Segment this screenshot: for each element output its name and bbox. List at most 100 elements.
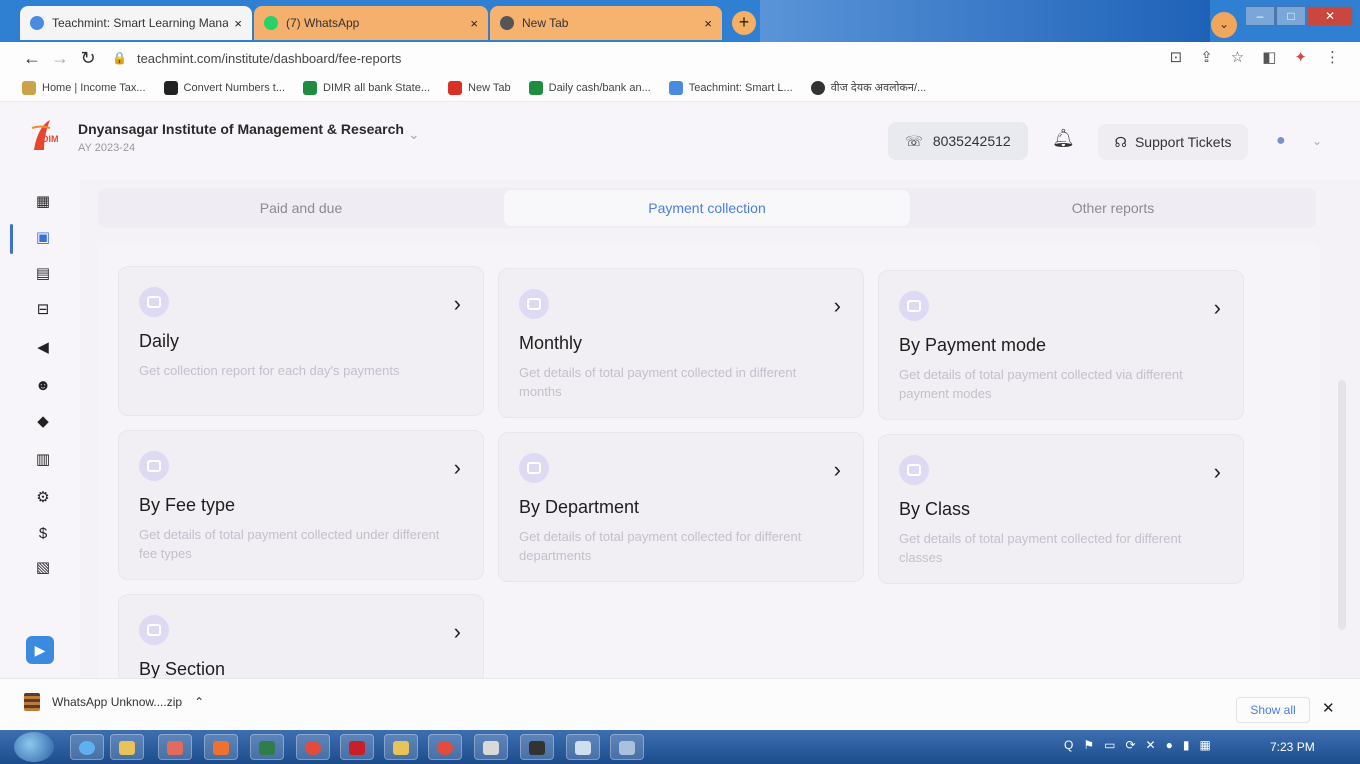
institute-name[interactable]: Dnyansagar Institute of Management & Res…: [78, 121, 404, 137]
battery-icon[interactable]: ▮: [1183, 738, 1190, 752]
download-filename: WhatsApp Unknow....zip: [52, 695, 183, 709]
tab-close-icon[interactable]: ×: [234, 16, 242, 31]
chrome-favicon-icon: [500, 16, 514, 30]
user-avatar-icon[interactable]: ●: [1276, 132, 1286, 150]
building-icon[interactable]: ▥: [32, 448, 54, 470]
zip-archive-icon: [24, 693, 40, 711]
institute-chevron-down-icon[interactable]: ⌄: [408, 126, 420, 143]
tab-payment-collection[interactable]: Payment collection: [504, 190, 910, 226]
close-icon[interactable]: ✕: [1322, 699, 1335, 717]
minimize-icon[interactable]: –: [1245, 6, 1275, 26]
bookmark-item[interactable]: Home | Income Tax...: [22, 80, 146, 95]
ie-icon[interactable]: [70, 734, 104, 760]
chrome-menu-icon[interactable]: ⋮: [1325, 48, 1340, 66]
tool-icon[interactable]: [610, 734, 644, 760]
report-card-section[interactable]: › By Section: [118, 594, 484, 684]
extension-icon[interactable]: ✦: [1294, 48, 1307, 66]
bookmark-label: DIMR all bank State...: [323, 81, 431, 94]
forward-arrow-icon[interactable]: →: [46, 48, 74, 69]
tab-close-icon[interactable]: ×: [704, 16, 712, 31]
support-tickets-button[interactable]: ☊ Support Tickets: [1098, 124, 1248, 160]
bookmark-item[interactable]: वीज देयक अवलोकन/...: [810, 80, 926, 95]
scrollbar-thumb[interactable]: [1338, 380, 1346, 630]
back-arrow-icon[interactable]: ←: [18, 48, 46, 69]
settings-gear-icon[interactable]: ⚙: [32, 486, 54, 508]
tray-q-icon[interactable]: Q: [1064, 738, 1073, 752]
maximize-icon[interactable]: □: [1276, 6, 1306, 26]
antivirus-icon[interactable]: ●: [1166, 738, 1173, 752]
report-card-class[interactable]: › By Class Get details of total payment …: [878, 434, 1244, 584]
show-all-button[interactable]: Show all: [1236, 697, 1310, 723]
app-window-icon[interactable]: [474, 734, 508, 760]
windows-start-icon[interactable]: [14, 732, 54, 762]
calendar-tray-icon[interactable]: ▦: [1199, 738, 1210, 752]
notification-bell-icon[interactable]: 🔔︎: [1052, 128, 1075, 149]
report-card-fee-type[interactable]: › By Fee type Get details of total payme…: [118, 430, 484, 580]
card-description: Get details of total payment collected f…: [899, 531, 1182, 565]
monitor-icon[interactable]: [566, 734, 600, 760]
dashboard-grid-icon[interactable]: ▦: [32, 190, 54, 212]
taskbar-clock[interactable]: 7:23 PM: [1270, 740, 1315, 754]
sync-icon[interactable]: ⟳: [1125, 738, 1135, 752]
report-card-department[interactable]: › By Department Get details of total pay…: [498, 432, 864, 582]
window-close-icon[interactable]: ✕: [1307, 6, 1353, 26]
finance-icon[interactable]: $: [32, 522, 54, 544]
excel-icon[interactable]: [250, 734, 284, 760]
reload-icon[interactable]: ↻: [74, 48, 102, 69]
side-panel-icon[interactable]: ◧: [1262, 48, 1276, 66]
book-icon[interactable]: ▤: [32, 262, 54, 284]
tally-icon[interactable]: [520, 734, 554, 760]
chevron-up-icon[interactable]: ⌃: [194, 695, 204, 709]
download-item[interactable]: WhatsApp Unknow....zip ⌃: [24, 693, 204, 711]
browser-tab-whatsapp[interactable]: (7) WhatsApp ×: [254, 6, 488, 40]
windows-taskbar: Q ⚑ ▭ ⟳ ✕ ● ▮ ▦ 7:23 PM: [0, 730, 1360, 764]
address-bar-actions: ⊡ ⇪ ☆ ◧ ✦ ⋮: [1170, 48, 1340, 66]
bookmark-item[interactable]: Daily cash/bank an...: [528, 80, 651, 95]
star-icon[interactable]: ☆: [1231, 48, 1244, 66]
sidebar-active-indicator: [10, 224, 13, 254]
user-chevron-down-icon[interactable]: ⌄: [1312, 134, 1322, 148]
bookmark-item[interactable]: DIMR all bank State...: [303, 80, 431, 95]
students-icon[interactable]: ☻: [32, 374, 54, 396]
card-description: Get details of total payment collected f…: [519, 529, 802, 563]
network-icon[interactable]: ▭: [1104, 738, 1115, 752]
report-card-daily[interactable]: › Daily Get collection report for each d…: [118, 266, 484, 416]
teachmint-icon: [668, 80, 683, 95]
url-field[interactable]: 🔒 teachmint.com/institute/dashboard/fee-…: [112, 51, 401, 66]
bookmark-item[interactable]: New Tab: [448, 80, 511, 95]
volume-muted-icon[interactable]: ✕: [1146, 738, 1156, 752]
tab-close-icon[interactable]: ×: [470, 16, 478, 31]
bookmark-item[interactable]: Convert Numbers t...: [163, 80, 285, 95]
bookmark-item[interactable]: Teachmint: Smart L...: [668, 80, 793, 95]
card-title: By Payment mode: [899, 335, 1047, 355]
document-icon: [139, 451, 169, 481]
media-icon[interactable]: [204, 734, 238, 760]
support-label: Support Tickets: [1134, 134, 1232, 150]
tab-other-reports[interactable]: Other reports: [910, 188, 1316, 228]
install-icon[interactable]: ⊡: [1170, 48, 1183, 66]
tab-search-chevron-icon[interactable]: ⌄: [1211, 12, 1237, 38]
browser-tab-new[interactable]: New Tab ×: [490, 6, 722, 40]
browser-tab-teachmint[interactable]: Teachmint: Smart Learning Mana ×: [20, 6, 252, 40]
explorer-icon[interactable]: [384, 734, 418, 760]
reports-chart-icon[interactable]: ▣: [32, 226, 54, 248]
chrome-window-icon[interactable]: [428, 734, 462, 760]
new-tab-button[interactable]: +: [732, 11, 756, 35]
folder-icon[interactable]: [110, 734, 144, 760]
report-card-payment-mode[interactable]: › By Payment mode Get details of total p…: [878, 270, 1244, 420]
chrome-icon[interactable]: [296, 734, 330, 760]
flag-icon[interactable]: ⚑: [1083, 738, 1094, 752]
calendar-icon: [519, 289, 549, 319]
fees-icon[interactable]: ⊟: [32, 298, 54, 320]
tab-paid-and-due[interactable]: Paid and due: [98, 188, 504, 228]
staff-icon[interactable]: ◆: [32, 410, 54, 432]
acrobat-icon[interactable]: [340, 734, 374, 760]
documents-icon[interactable]: ▧: [32, 556, 54, 578]
phone-number-button[interactable]: ☏ 8035242512: [888, 122, 1028, 160]
announcement-icon[interactable]: ◀: [32, 336, 54, 358]
share-icon[interactable]: ⇪: [1200, 48, 1213, 66]
app-launcher-icon[interactable]: ▶: [26, 636, 54, 664]
report-card-monthly[interactable]: › Monthly Get details of total payment c…: [498, 268, 864, 418]
app-icon[interactable]: [158, 734, 192, 760]
tab-title: Teachmint: Smart Learning Mana: [52, 16, 229, 30]
